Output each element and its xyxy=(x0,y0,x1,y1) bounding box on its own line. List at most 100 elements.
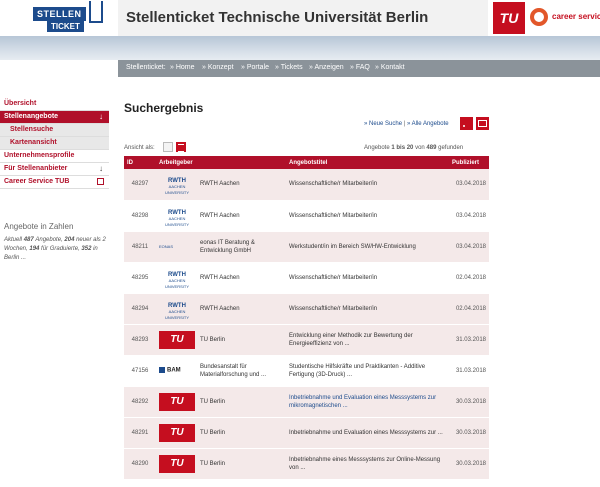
sidebar-item-label: Unternehmensprofile xyxy=(4,152,75,159)
table-header-row: ID Arbeitgeber Angebotstitel Publiziert xyxy=(124,156,489,169)
list-view-icon[interactable] xyxy=(176,142,186,152)
results-table: ID Arbeitgeber Angebotstitel Publiziert … xyxy=(124,156,489,480)
tu-logo[interactable]: TU xyxy=(493,2,525,34)
tu-berlin-logo: TU xyxy=(159,454,195,473)
nav-prefix: Stellenticket: xyxy=(126,64,166,71)
row-employer[interactable]: EONAS eonas IT Beratung & Entwicklung Gmb… xyxy=(156,231,286,263)
row-title[interactable]: Wissenschaftliche/r Mitarbeiter/in xyxy=(286,262,449,294)
nav-home[interactable]: » Home xyxy=(170,64,195,71)
sidebar-item-label: Stellensuche xyxy=(10,126,54,133)
mail-icon[interactable] xyxy=(476,117,489,130)
row-employer[interactable]: RWTH AACHEN UNIVERSITY RWTH Aachen xyxy=(156,169,286,201)
nav-portale[interactable]: » Portale xyxy=(241,64,269,71)
row-id: 48292 xyxy=(124,386,156,418)
row-title[interactable]: Studentische Hilfskräfte und Praktikante… xyxy=(286,355,449,387)
row-id: 48211 xyxy=(124,231,156,263)
sidebar-item-stellenangebote[interactable]: Stellenangebote ↓ xyxy=(0,111,109,124)
column-header-published[interactable]: Publiziert xyxy=(449,156,489,169)
header-sky-banner xyxy=(0,36,600,60)
sidebar-item-uebersicht[interactable]: Übersicht xyxy=(0,98,109,111)
table-row[interactable]: 48297 RWTH AACHEN UNIVERSITY RWTH Aachen Wis… xyxy=(124,169,489,201)
nav-faq[interactable]: » FAQ xyxy=(350,64,370,71)
bam-logo: BAM xyxy=(159,364,195,378)
employer-name: TU Berlin xyxy=(200,336,226,343)
row-published: 30.03.2018 xyxy=(449,448,489,480)
site-title-bar: Stellenticket Technische Universität Ber… xyxy=(118,0,488,36)
row-title[interactable]: Inbetriebnahme und Evaluation eines Mess… xyxy=(286,417,449,449)
row-published: 31.03.2018 xyxy=(449,355,489,387)
row-title[interactable]: Wissenschaftliche/r Mitarbeiter/in xyxy=(286,169,449,201)
rwth-logo: RWTH AACHEN UNIVERSITY xyxy=(164,271,189,289)
rwth-logo: RWTH AACHEN UNIVERSITY xyxy=(164,302,189,320)
employer-name: RWTH Aachen xyxy=(200,305,240,312)
column-header-id[interactable]: ID xyxy=(124,156,156,169)
row-title[interactable]: Wissenschaftliche/r Mitarbeiter/in xyxy=(286,293,449,325)
sidebar-item-label: Für Stellenanbieter xyxy=(4,165,68,172)
row-employer[interactable]: TU TU Berlin xyxy=(156,386,286,418)
nav-kontakt[interactable]: » Kontakt xyxy=(375,64,405,71)
row-title[interactable]: Wissenschaftliche/r Mitarbeiter/in xyxy=(286,200,449,232)
career-service-logo[interactable]: career service xyxy=(528,2,600,34)
sidebar-item-fuer-stellenanbieter[interactable]: Für Stellenanbieter ↓ xyxy=(0,163,109,176)
row-employer[interactable]: TU TU Berlin xyxy=(156,417,286,449)
stellenticket-logo[interactable]: STELLEN TICKET xyxy=(33,1,103,34)
table-row[interactable]: 48298 RWTH AACHEN UNIVERSITY RWTH Aachen Wis… xyxy=(124,200,489,232)
row-title[interactable]: Inbetriebnahme und Evaluation eines Mess… xyxy=(286,386,449,418)
row-id: 47156 xyxy=(124,355,156,387)
all-offers-link[interactable]: » Alle Angebote xyxy=(407,121,449,127)
employer-name: TU Berlin xyxy=(200,398,226,405)
table-row[interactable]: 48211 EONAS eonas IT Beratung & Entwicklun… xyxy=(124,231,489,263)
site-title: Stellenticket Technische Universität Ber… xyxy=(126,9,429,26)
sidebar-item-label: Kartenansicht xyxy=(10,139,57,146)
row-published: 03.04.2018 xyxy=(449,231,489,263)
sidebar-item-label: Career Service TUB xyxy=(4,178,70,185)
row-title[interactable]: Entwicklung einer Methodik zur Bewertung… xyxy=(286,324,449,356)
nav-konzept[interactable]: » Konzept xyxy=(202,64,234,71)
table-row[interactable]: 48295 RWTH AACHEN UNIVERSITY RWTH Aachen Wis… xyxy=(124,262,489,294)
row-title[interactable]: Werkstudent/in im Bereich SW/HW-Entwickl… xyxy=(286,231,449,263)
row-employer[interactable]: BAM Bundesanstalt für Materialforschung u… xyxy=(156,355,286,387)
row-title[interactable]: Inbetriebnahme eines Messsystems zur Onl… xyxy=(286,448,449,480)
column-header-employer[interactable]: Arbeitgeber xyxy=(156,156,286,169)
sidebar-item-career-service[interactable]: Career Service TUB xyxy=(0,176,109,189)
employer-name: Bundesanstalt für Materialforschung und … xyxy=(200,363,267,378)
sidebar-item-stellensuche[interactable]: Stellensuche xyxy=(0,124,109,137)
table-row[interactable]: 48291 TU TU Berlin Inbetriebnahme und Evalu… xyxy=(124,417,489,449)
row-published: 03.04.2018 xyxy=(449,200,489,232)
rwth-logo: RWTH AACHEN UNIVERSITY xyxy=(164,209,189,227)
table-row[interactable]: 48292 TU TU Berlin Inbetriebnahme und Evalu… xyxy=(124,386,489,418)
row-employer[interactable]: RWTH AACHEN UNIVERSITY RWTH Aachen xyxy=(156,200,286,232)
table-row[interactable]: 48293 TU TU Berlin Entwicklung einer Method… xyxy=(124,324,489,356)
table-row[interactable]: 48294 RWTH AACHEN UNIVERSITY RWTH Aachen Wis… xyxy=(124,293,489,325)
arrow-down-icon: ↓ xyxy=(99,112,103,121)
table-row[interactable]: 47156 BAM Bundesanstalt für Materialforsch… xyxy=(124,355,489,387)
row-id: 48297 xyxy=(124,169,156,201)
rss-icon[interactable] xyxy=(460,117,473,130)
arrow-down-icon: ↓ xyxy=(99,164,103,173)
row-employer[interactable]: TU TU Berlin xyxy=(156,448,286,480)
row-id: 48298 xyxy=(124,200,156,232)
new-search-link[interactable]: » Neue Suche xyxy=(364,121,402,127)
table-row[interactable]: 48290 TU TU Berlin Inbetriebnahme eines Mes… xyxy=(124,448,489,480)
career-service-icon xyxy=(530,8,548,26)
row-employer[interactable]: RWTH AACHEN UNIVERSITY RWTH Aachen xyxy=(156,293,286,325)
nav-tickets[interactable]: » Tickets xyxy=(275,64,303,71)
nav-anzeigen[interactable]: » Anzeigen xyxy=(309,64,344,71)
logo-top-text: STELLEN xyxy=(33,7,86,21)
page-title: Suchergebnis xyxy=(124,101,204,115)
row-published: 31.03.2018 xyxy=(449,324,489,356)
row-published: 03.04.2018 xyxy=(449,169,489,201)
grid-view-icon[interactable] xyxy=(163,142,173,152)
column-header-title[interactable]: Angebotstitel xyxy=(286,156,449,169)
eonas-logo: EONAS xyxy=(159,243,174,249)
row-employer[interactable]: TU TU Berlin xyxy=(156,324,286,356)
row-employer[interactable]: RWTH AACHEN UNIVERSITY RWTH Aachen xyxy=(156,262,286,294)
employer-name: RWTH Aachen xyxy=(200,181,240,188)
sidebar-item-kartenansicht[interactable]: Kartenansicht xyxy=(0,137,109,150)
tu-berlin-logo: TU xyxy=(159,423,195,442)
logo-mark-icon xyxy=(89,1,103,23)
sidebar-item-unternehmensprofile[interactable]: Unternehmensprofile xyxy=(0,150,109,163)
row-id: 48291 xyxy=(124,417,156,449)
view-label: Ansicht als: xyxy=(124,145,155,151)
sidebar: Übersicht Stellenangebote ↓ Stellensuche… xyxy=(0,98,109,189)
